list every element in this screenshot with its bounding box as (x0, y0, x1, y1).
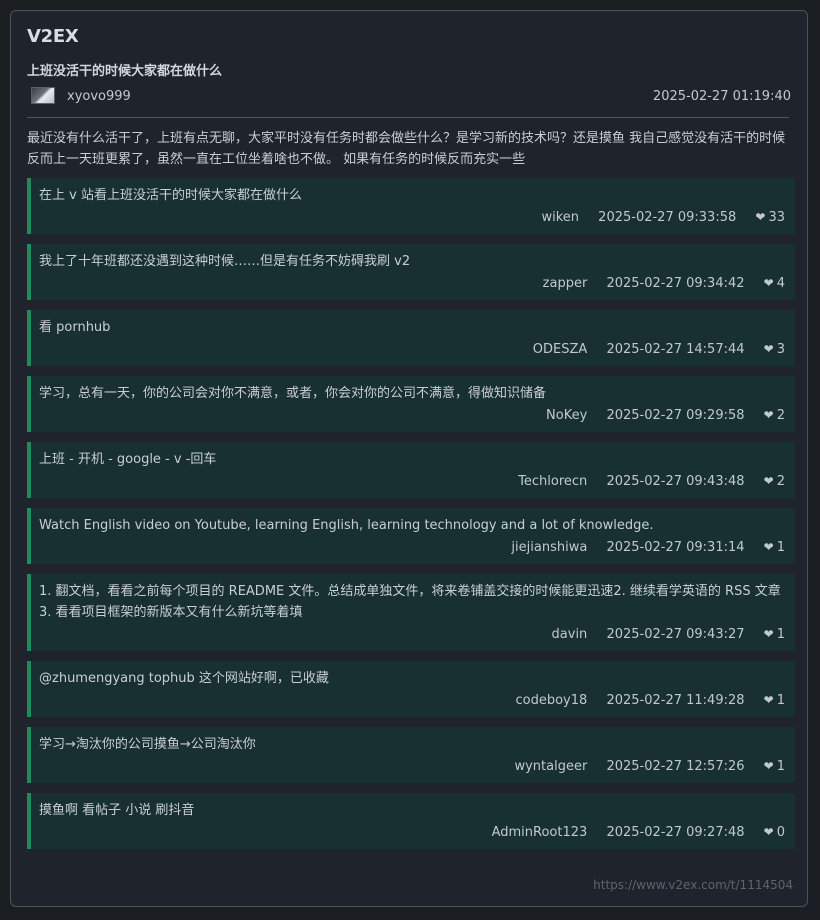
comment-time: 2025-02-27 14:57:44 (606, 342, 745, 357)
like-count: ❤ 3 (764, 340, 785, 359)
comment-meta: ODESZA 2025-02-27 14:57:44 ❤ 3 (39, 340, 785, 359)
like-count: ❤ 1 (764, 538, 785, 557)
comment-item: @zhumengyang tophub 这个网站好啊，已收藏 codeboy18… (27, 661, 795, 717)
post-meta: xyovo999 2025-02-27 01:19:40 (27, 86, 791, 110)
comment-user[interactable]: wiken (541, 209, 579, 227)
heart-icon: ❤ (763, 540, 774, 554)
post-title[interactable]: 上班没活干的时候大家都在做什么 (27, 60, 222, 79)
comment-text: 1. 翻文档，看看之前每个项目的 README 文件。总结成单独文件，将来卷铺盖… (39, 584, 781, 620)
comment-item: 学习→淘汰你的公司摸鱼→公司淘汰你 wyntalgeer 2025-02-27 … (27, 727, 795, 783)
comment-meta: jiejianshiwa 2025-02-27 09:31:14 ❤ 1 (39, 538, 785, 557)
comment-user[interactable]: davin (552, 626, 588, 644)
like-number: 2 (776, 408, 785, 423)
post-author[interactable]: xyovo999 (67, 89, 131, 104)
comment-text: Watch English video on Youtube, learning… (39, 518, 654, 533)
heart-icon: ❤ (763, 276, 774, 290)
like-number: 33 (768, 210, 785, 225)
like-count: ❤ 1 (764, 691, 785, 710)
like-number: 3 (776, 342, 785, 357)
comment-meta: wiken 2025-02-27 09:33:58 ❤ 33 (39, 208, 785, 227)
comment-user[interactable]: codeboy18 (516, 692, 588, 710)
comment-item: 1. 翻文档，看看之前每个项目的 README 文件。总结成单独文件，将来卷铺盖… (27, 574, 795, 651)
comment-user[interactable]: jiejianshiwa (511, 539, 587, 557)
heart-icon: ❤ (763, 408, 774, 422)
comment-text: 学习，总有一天，你的公司会对你不满意，或者，你会对你的公司不满意，得做知识储备 (39, 386, 547, 401)
comment-time: 2025-02-27 09:33:58 (598, 210, 737, 225)
comment-time: 2025-02-27 09:34:42 (606, 276, 745, 291)
comment-meta: wyntalgeer 2025-02-27 12:57:26 ❤ 1 (39, 757, 785, 776)
comment-user[interactable]: Techlorecn (518, 473, 587, 491)
comment-time: 2025-02-27 09:43:48 (606, 474, 745, 489)
comment-meta: NoKey 2025-02-27 09:29:58 ❤ 2 (39, 406, 785, 425)
comment-user[interactable]: NoKey (546, 407, 587, 425)
site-title[interactable]: V2EX (27, 26, 79, 47)
comment-user[interactable]: ODESZA (533, 341, 588, 359)
heart-icon: ❤ (763, 759, 774, 773)
comment-time: 2025-02-27 12:57:26 (606, 759, 745, 774)
source-link[interactable]: https://www.v2ex.com/t/1114504 (593, 878, 793, 892)
comment-time: 2025-02-27 09:29:58 (606, 408, 745, 423)
comment-item: 上班 - 开机 - google - v -回车 Techlorecn 2025… (27, 442, 795, 498)
like-count: ❤ 4 (764, 274, 785, 293)
comment-item: 在上 v 站看上班没活干的时候大家都在做什么 wiken 2025-02-27 … (27, 178, 795, 234)
comment-item: 看 pornhub ODESZA 2025-02-27 14:57:44 ❤ 3 (27, 310, 795, 366)
comment-meta: codeboy18 2025-02-27 11:49:28 ❤ 1 (39, 691, 786, 710)
divider (27, 117, 789, 118)
like-number: 0 (776, 825, 785, 840)
comment-meta: davin 2025-02-27 09:43:27 ❤ 1 (39, 625, 785, 644)
comment-time: 2025-02-27 09:27:48 (606, 825, 745, 840)
like-count: ❤ 1 (764, 757, 785, 776)
post-content: 最近没有什么活干了，上班有点无聊，大家平时没有任务时都会做些什么？是学习新的技术… (27, 131, 786, 167)
like-number: 2 (776, 474, 785, 489)
like-number: 1 (776, 759, 785, 774)
like-number: 1 (776, 693, 785, 708)
like-count: ❤ 33 (755, 208, 785, 227)
comment-text: 摸鱼啊 看帖子 小说 刷抖音 (39, 803, 195, 818)
comment-meta: Techlorecn 2025-02-27 09:43:48 ❤ 2 (39, 472, 785, 491)
comment-text: 看 pornhub (39, 320, 111, 335)
comment-meta: zapper 2025-02-27 09:34:42 ❤ 4 (39, 274, 785, 293)
like-number: 1 (776, 540, 785, 555)
heart-icon: ❤ (763, 342, 774, 356)
comment-text: 我上了十年班都还没遇到这种时候……但是有任务不妨碍我刷 v2 (39, 254, 411, 269)
heart-icon: ❤ (763, 627, 774, 641)
comment-time: 2025-02-27 09:31:14 (606, 540, 745, 555)
comment-text: 学习→淘汰你的公司摸鱼→公司淘汰你 (39, 737, 256, 752)
avatar[interactable] (31, 87, 55, 104)
comment-user[interactable]: zapper (543, 275, 588, 293)
comment-item: 摸鱼啊 看帖子 小说 刷抖音 AdminRoot123 2025-02-27 0… (27, 793, 795, 849)
comment-text: @zhumengyang tophub 这个网站好啊，已收藏 (39, 671, 329, 686)
like-count: ❤ 1 (764, 625, 785, 644)
comment-user[interactable]: AdminRoot123 (492, 824, 588, 842)
like-count: ❤ 2 (764, 472, 785, 491)
comment-item: Watch English video on Youtube, learning… (27, 508, 795, 564)
like-number: 4 (776, 276, 785, 291)
heart-icon: ❤ (755, 210, 766, 224)
comment-item: 我上了十年班都还没遇到这种时候……但是有任务不妨碍我刷 v2 zapper 20… (27, 244, 795, 300)
comment-user[interactable]: wyntalgeer (514, 758, 587, 776)
comment-meta: AdminRoot123 2025-02-27 09:27:48 ❤ 0 (39, 823, 785, 842)
heart-icon: ❤ (763, 474, 774, 488)
comment-text: 上班 - 开机 - google - v -回车 (39, 452, 217, 467)
comment-text: 在上 v 站看上班没活干的时候大家都在做什么 (39, 188, 302, 203)
heart-icon: ❤ (763, 825, 774, 839)
post-time: 2025-02-27 01:19:40 (652, 89, 791, 104)
like-count: ❤ 0 (764, 823, 785, 842)
post-card: V2EX 上班没活干的时候大家都在做什么 xyovo999 2025-02-27… (10, 10, 808, 907)
like-number: 1 (776, 627, 785, 642)
comment-item: 学习，总有一天，你的公司会对你不满意，或者，你会对你的公司不满意，得做知识储备 … (27, 376, 795, 432)
comment-time: 2025-02-27 11:49:28 (606, 693, 745, 708)
comment-list: 在上 v 站看上班没活干的时候大家都在做什么 wiken 2025-02-27 … (27, 178, 795, 859)
like-count: ❤ 2 (764, 406, 785, 425)
heart-icon: ❤ (763, 693, 774, 707)
comment-time: 2025-02-27 09:43:27 (606, 627, 745, 642)
